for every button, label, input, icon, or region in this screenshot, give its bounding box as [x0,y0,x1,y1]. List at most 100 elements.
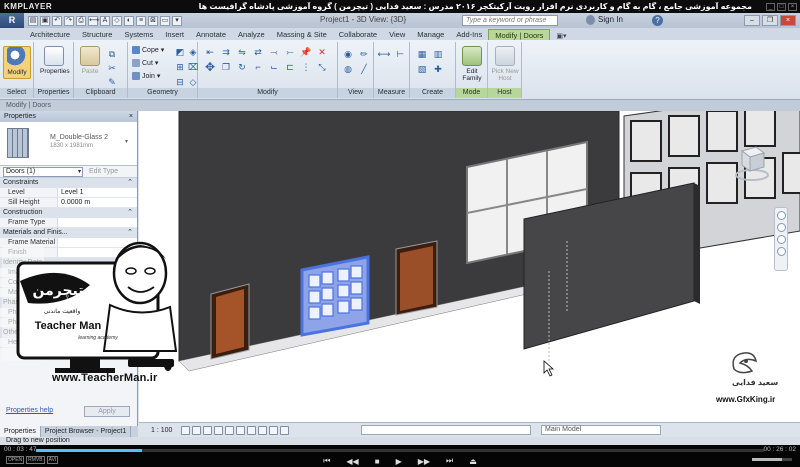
design-option-combo[interactable]: Main Model [541,425,661,435]
tab-structure[interactable]: Structure [76,29,118,40]
sign-in-link[interactable]: Sign In [598,15,623,24]
lock-view-icon[interactable] [258,425,267,435]
zoom-icon[interactable] [776,223,786,232]
play-icon[interactable]: ▶ [396,457,402,466]
create-parts-icon[interactable]: ▥ [432,48,444,60]
save-icon[interactable]: ▣ [40,15,50,26]
cut-icon[interactable]: ✂ [106,62,118,74]
thin-lines-icon[interactable]: ≡ [136,15,146,26]
wood-door-1[interactable] [210,283,250,360]
apply-button[interactable]: Apply [84,406,130,417]
match-type-icon[interactable]: ✎ [106,76,118,88]
modify-button[interactable]: Modify [3,46,31,79]
shadows-icon[interactable] [214,425,223,435]
properties-button[interactable]: Properties [40,46,70,75]
tab-view[interactable]: View [383,29,411,40]
tab-massing-site[interactable]: Massing & Site [271,29,333,40]
player-maximize-icon[interactable]: □ [777,2,786,11]
tab-analyze[interactable]: Analyze [232,29,271,40]
qat-dropdown-icon[interactable]: ▾ [172,15,182,26]
copy-icon[interactable]: ⧉ [106,48,118,60]
property-value[interactable]: Level 1 [58,188,137,197]
view-cube-icon[interactable] [734,141,770,181]
tab-architecture[interactable]: Architecture [24,29,76,40]
scale-icon[interactable]: ⤡ [316,61,328,73]
render-icon[interactable] [225,425,234,435]
type-dropdown-icon[interactable]: ▾ [125,138,133,146]
print-icon[interactable]: ⎙ [76,15,86,26]
array-icon[interactable]: ⋮ [300,61,312,73]
visual-style-icon[interactable] [192,425,201,435]
help-button[interactable]: ? [652,15,663,26]
undo-icon[interactable]: ↶ [52,15,62,26]
search-input[interactable]: Type a keyword or phrase [462,15,558,26]
tab-systems[interactable]: Systems [118,29,159,40]
orbit-icon[interactable] [776,247,786,256]
tab-insert[interactable]: Insert [159,29,190,40]
crop-view-icon[interactable] [236,425,245,435]
3d-view-canvas[interactable] [139,111,800,422]
trim-single-icon[interactable]: ⌙ [268,61,280,73]
tab-properties-palette[interactable]: Properties [0,426,41,437]
temp-hide-icon[interactable]: ◍ [342,63,354,75]
tab-modify-doors[interactable]: Modify | Doors [488,29,551,40]
seek-bar[interactable] [36,449,764,452]
wall-joins-icon[interactable]: ⊞ [174,61,186,73]
steering-wheel-icon[interactable] [776,211,786,220]
text-icon[interactable]: A [100,15,110,26]
open-icon[interactable]: ▤ [28,15,38,26]
ribbon-minimize-icon[interactable]: ▣▾ [556,32,566,40]
create-group-icon[interactable]: ▧ [416,63,428,75]
3d-view-icon[interactable]: ◇ [112,15,122,26]
hide-element-icon[interactable]: ◉ [342,48,354,60]
close-hidden-icon[interactable]: ⊠ [148,15,158,26]
cope-button[interactable]: Cope ▾ [132,46,164,54]
split-gap-icon[interactable]: ⤚ [284,46,296,58]
split-icon[interactable]: ⤙ [268,46,280,58]
restore-icon[interactable]: ❐ [762,15,778,26]
type-selector[interactable]: M_Double-Glass 2 1830 x 1981mm ▾ [0,122,137,166]
previous-icon[interactable]: ⏮ [323,456,330,466]
tab-manage[interactable]: Manage [411,29,450,40]
detail-level-icon[interactable] [181,425,190,435]
paste-button[interactable]: Paste [76,46,104,75]
rotate-icon[interactable]: ↻ [236,61,248,73]
forward-icon[interactable]: ▶▶ [418,457,430,466]
temp-hide-isolate-icon[interactable] [269,425,278,435]
edit-family-button[interactable]: Edit Family [458,46,486,82]
user-icon[interactable] [586,15,595,25]
collapse-icon[interactable]: ⌃ [127,208,133,218]
view-scale[interactable]: 1 : 100 [151,427,181,434]
show-crop-icon[interactable] [247,425,256,435]
collapse-icon[interactable]: ⌃ [127,178,133,188]
instance-filter-select[interactable]: Doors (1) [3,166,83,177]
switch-windows-icon[interactable]: ▭ [160,15,170,26]
next-icon[interactable]: ⏭ [446,456,453,466]
minimize-icon[interactable]: – [744,15,760,26]
property-group[interactable]: Constraints ⌃ [0,178,137,188]
eject-icon[interactable]: ⏏ [469,457,477,466]
player-minimize-icon[interactable]: _ [766,2,775,11]
properties-close-icon[interactable]: × [129,111,133,122]
measure-icon[interactable]: ⟷ [88,15,99,26]
copy-element-icon[interactable]: ❐ [220,61,232,73]
tab-annotate[interactable]: Annotate [190,29,232,40]
align-icon[interactable]: ⇤ [204,46,216,58]
property-group[interactable]: Construction ⌃ [0,208,137,218]
redo-icon[interactable]: ↷ [64,15,74,26]
linework-icon[interactable]: ╱ [358,63,370,75]
mirror-draw-icon[interactable]: ⇄ [252,46,264,58]
reveal-hidden-icon[interactable] [280,425,289,435]
sun-path-icon[interactable] [203,425,212,435]
split-face-icon[interactable]: ◩ [174,46,186,58]
player-close-icon[interactable]: × [788,2,797,11]
property-value[interactable]: 0.0000 m [58,198,137,207]
delete-icon[interactable]: ✕ [316,46,328,58]
rewind-icon[interactable]: ◀◀ [346,457,358,466]
dimension-icon[interactable]: ⊢ [394,48,406,60]
wood-door-2[interactable] [395,240,438,316]
tab-add-ins[interactable]: Add-Ins [450,29,488,40]
measure-between-icon[interactable]: ⟷ [378,48,391,60]
pan-icon[interactable] [776,235,786,244]
close-icon[interactable]: × [780,15,796,26]
